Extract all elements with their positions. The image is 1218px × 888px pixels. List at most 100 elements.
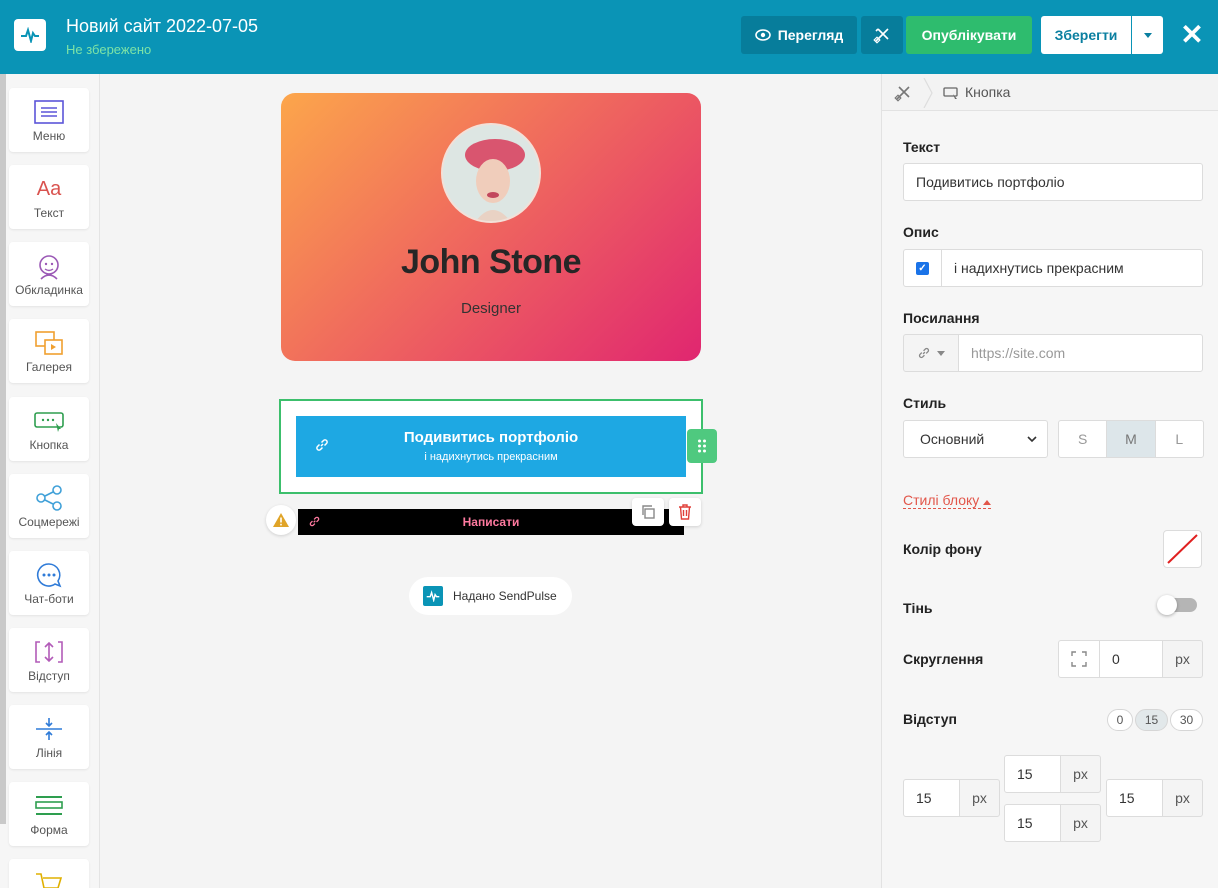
radius-corners-button[interactable] <box>1058 640 1100 678</box>
size-selector: S M L <box>1058 420 1204 458</box>
sidebar-item-label: Соцмережі <box>18 515 80 529</box>
sendpulse-logo-icon[interactable] <box>14 19 46 51</box>
sidebar-item-chatbots[interactable]: Чат-боти <box>9 551 89 615</box>
style-select-value: Основний <box>920 431 985 447</box>
sidebar-scrollbar[interactable] <box>0 74 6 824</box>
style-field-label: Стиль <box>903 395 947 411</box>
breadcrumb-current[interactable]: Кнопка <box>965 84 1010 100</box>
preview-label: Перегляд <box>777 27 844 43</box>
powered-by-badge[interactable]: Надано SendPulse <box>409 577 572 615</box>
site-title[interactable]: Новий сайт 2022-07-05 <box>66 16 258 37</box>
breadcrumb: Кнопка <box>882 74 1218 111</box>
drag-handle-icon[interactable] <box>687 429 717 463</box>
padding-preset-0[interactable]: 0 <box>1107 709 1133 731</box>
chevron-down-icon <box>1027 436 1037 443</box>
padding-bottom-unit: px <box>1060 804 1101 842</box>
padding-preset-30[interactable]: 30 <box>1170 709 1203 731</box>
sidebar-item-label: Обкладинка <box>15 283 83 297</box>
bg-color-swatch[interactable] <box>1163 530 1202 568</box>
share-icon <box>32 484 66 512</box>
link-icon <box>918 347 930 359</box>
trash-icon <box>679 504 691 520</box>
cover-icon <box>32 252 66 280</box>
shadow-toggle[interactable] <box>1157 595 1197 615</box>
bg-color-label: Колір фону <box>903 541 982 557</box>
button-text-input[interactable]: Подивитись портфоліо <box>903 163 1203 201</box>
write-button[interactable]: Написати <box>298 509 684 535</box>
padding-top-input[interactable]: 15 <box>1004 755 1061 793</box>
save-button[interactable]: Зберегти <box>1041 16 1131 54</box>
description-checkbox[interactable]: ✓ <box>903 249 942 287</box>
button-icon <box>32 407 66 435</box>
style-select[interactable]: Основний <box>903 420 1048 458</box>
sidebar-item-button[interactable]: Кнопка <box>9 397 89 461</box>
check-icon: ✓ <box>916 261 929 275</box>
warning-icon[interactable] <box>266 505 296 535</box>
line-icon <box>32 715 66 743</box>
button-icon <box>943 87 958 99</box>
padding-left-unit: px <box>959 779 1000 817</box>
size-option-s[interactable]: S <box>1059 421 1106 457</box>
size-option-l[interactable]: L <box>1154 421 1203 457</box>
preview-button[interactable]: Перегляд <box>741 16 857 54</box>
eye-icon <box>754 29 771 41</box>
padding-right-unit: px <box>1162 779 1203 817</box>
sendpulse-logo-icon <box>423 586 443 606</box>
sidebar-item-text[interactable]: Aa Текст <box>9 165 89 229</box>
delete-block-button[interactable] <box>669 498 701 526</box>
gallery-icon <box>32 329 66 357</box>
sidebar-item-label: Чат-боти <box>24 592 74 606</box>
sidebar-item-cover[interactable]: Обкладинка <box>9 242 89 306</box>
tools-icon[interactable] <box>894 84 912 102</box>
profile-cover-block[interactable]: John Stone Designer <box>281 93 701 361</box>
sidebar-item-label: Текст <box>33 206 65 220</box>
powered-by-text: Надано SendPulse <box>453 589 557 603</box>
sidebar-item-social[interactable]: Соцмережі <box>9 474 89 538</box>
chat-icon <box>32 561 66 589</box>
description-input[interactable]: і надихнутись прекрасним <box>941 249 1203 287</box>
portfolio-button[interactable]: Подивитись портфоліо і надихнутись прекр… <box>296 416 686 477</box>
sidebar-item-gallery[interactable]: Галерея <box>9 319 89 383</box>
sidebar-item-line[interactable]: Лінія <box>9 705 89 769</box>
link-url-input[interactable]: https://site.com <box>958 334 1203 372</box>
profile-role[interactable]: Designer <box>281 300 701 317</box>
form-icon <box>32 792 66 820</box>
size-option-m[interactable]: M <box>1106 421 1155 457</box>
text-field-label: Текст <box>903 139 941 155</box>
corners-icon <box>1071 651 1087 667</box>
radius-label: Скруглення <box>903 651 984 667</box>
padding-label: Відступ <box>903 711 957 727</box>
block-styles-toggle[interactable]: Стилі блоку <box>903 492 992 509</box>
save-dropdown-button[interactable] <box>1132 16 1163 54</box>
caret-up-icon <box>983 500 992 505</box>
sidebar-item-shop[interactable] <box>9 859 89 888</box>
profile-name[interactable]: John Stone <box>281 243 701 282</box>
sidebar-item-label: Форма <box>30 823 68 837</box>
spacing-icon <box>32 638 66 666</box>
portfolio-button-description: і надихнутись прекрасним <box>424 451 558 463</box>
chevron-down-icon <box>937 350 945 356</box>
menu-icon <box>32 98 66 126</box>
cart-icon <box>32 869 66 888</box>
no-color-icon <box>1167 534 1198 564</box>
close-icon[interactable]: ✕ <box>1178 21 1206 50</box>
sidebar-item-form[interactable]: Форма <box>9 782 89 846</box>
duplicate-block-button[interactable] <box>632 498 664 526</box>
sidebar-item-menu[interactable]: Меню <box>9 88 89 152</box>
radius-input[interactable]: 0 <box>1099 640 1163 678</box>
sidebar-item-spacing[interactable]: Відступ <box>9 628 89 692</box>
padding-bottom-input[interactable]: 15 <box>1004 804 1061 842</box>
link-icon <box>309 516 320 527</box>
publish-button[interactable]: Опублікувати <box>906 16 1032 54</box>
profile-avatar[interactable] <box>441 123 541 223</box>
padding-preset-15[interactable]: 15 <box>1135 709 1168 731</box>
sidebar-item-label: Галерея <box>25 360 73 374</box>
write-button-text: Написати <box>462 515 520 529</box>
design-tools-button[interactable] <box>861 16 903 54</box>
padding-right-input[interactable]: 15 <box>1106 779 1163 817</box>
padding-left-input[interactable]: 15 <box>903 779 960 817</box>
sidebar-item-label: Відступ <box>28 669 70 683</box>
padding-top-unit: px <box>1060 755 1101 793</box>
link-type-dropdown[interactable] <box>903 334 959 372</box>
sidebar-item-label: Меню <box>32 129 66 143</box>
